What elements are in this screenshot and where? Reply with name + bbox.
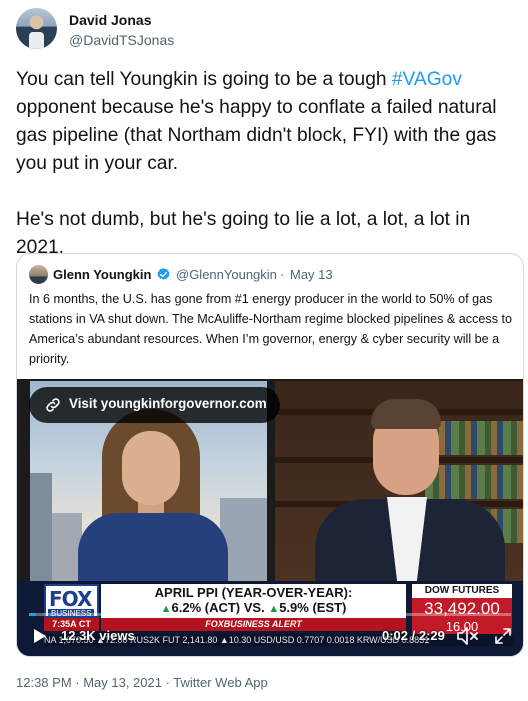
quoted-author-name: Glenn Youngkin (53, 267, 152, 282)
tweet-timestamp[interactable]: 12:38 PM · May 13, 2021 · Twitter Web Ap… (16, 675, 268, 690)
skyline-building (30, 473, 52, 593)
dow-futures-label: DOW FUTURES (412, 584, 512, 598)
video-progress-bar[interactable] (29, 613, 511, 616)
author-display-name[interactable]: David Jonas (69, 12, 151, 28)
quoted-author-handle: @GlennYoungkin (176, 267, 277, 282)
fullscreen-icon[interactable] (495, 628, 511, 644)
play-icon[interactable] (33, 628, 47, 644)
quoted-date: May 13 (290, 267, 333, 282)
visit-link-label: Visit youngkinforgovernor.com (69, 396, 267, 411)
tweet: David Jonas @DavidTSJonas You can tell Y… (0, 0, 528, 701)
view-count: 12.3K views (61, 628, 135, 643)
books (425, 465, 523, 499)
headline-line-1: APRIL PPI (YEAR-OVER-YEAR): (154, 585, 353, 600)
author-handle[interactable]: @DavidTSJonas (69, 32, 174, 48)
tweet-text-part-1: You can tell Youngkin is going to be a t… (16, 69, 392, 90)
quoted-author-avatar[interactable] (29, 265, 48, 284)
video-right-panel (275, 381, 523, 593)
author-avatar[interactable] (16, 8, 57, 49)
anchor-face (122, 431, 180, 505)
tweet-text: You can tell Youngkin is going to be a t… (16, 66, 516, 262)
network-logo-text: FOX (49, 587, 92, 611)
link-icon (46, 398, 60, 412)
mute-icon[interactable] (457, 627, 479, 645)
video-timecode: 0:02 / 2:29 (382, 628, 445, 643)
quoted-tweet[interactable]: Glenn Youngkin @GlennYoungkin · May 13 I… (16, 253, 524, 657)
news-chyron: FOX BUSINESS APRIL PPI (YEAR-OVER-YEAR):… (17, 581, 523, 656)
quoted-tweet-text: In 6 months, the U.S. has gone from #1 e… (29, 292, 513, 366)
verified-badge-icon (157, 267, 170, 280)
avatar-shirt (29, 32, 44, 49)
dow-futures-value: 33,492.00 (412, 598, 512, 620)
quoted-separator: · (280, 267, 285, 282)
tweet-text-part-2: opponent because he's happy to conflate … (16, 97, 497, 258)
video-progress-fill (29, 613, 36, 616)
chyron-alert-strip: FOXBUSINESS ALERT (101, 618, 406, 631)
video-player[interactable]: Visit youngkinforgovernor.com FOX BUSINE… (17, 379, 523, 656)
visit-link-pill[interactable]: Visit youngkinforgovernor.com (29, 387, 280, 423)
guest-hair (371, 399, 441, 429)
hashtag-link[interactable]: #VAGov (392, 69, 462, 90)
